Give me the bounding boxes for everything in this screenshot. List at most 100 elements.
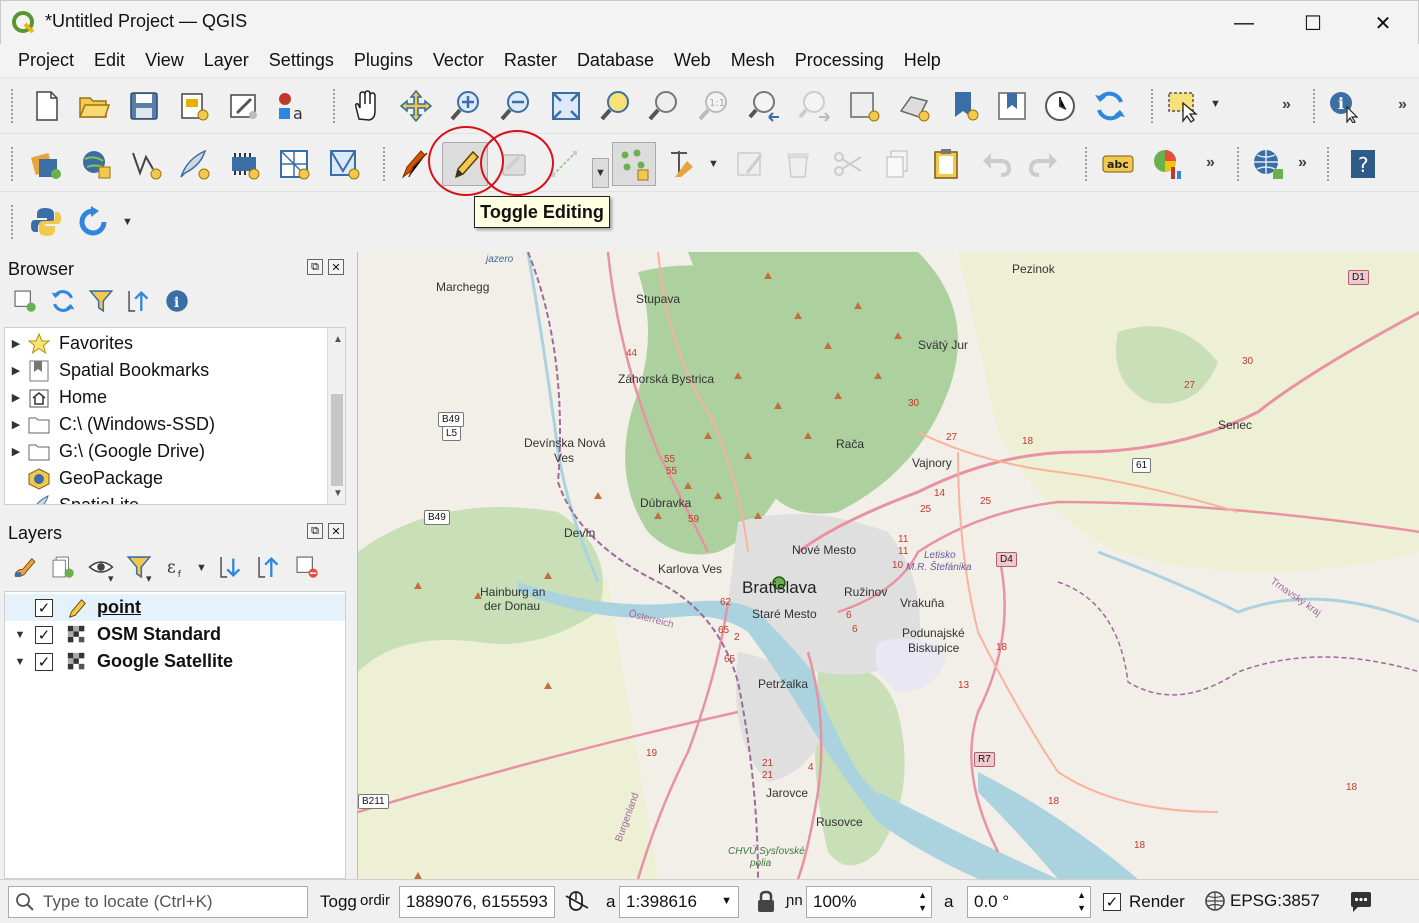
spin-arrows-icon[interactable]: ▲ ▼: [918, 889, 927, 915]
browser-item-c-drive[interactable]: ▶ C:\ (Windows-SSD): [7, 411, 325, 438]
browser-scrollbar[interactable]: ▲ ▼: [327, 328, 345, 504]
style-manager-button[interactable]: a: [272, 86, 312, 126]
plugin-reloader-button[interactable]: [74, 202, 114, 242]
new-bookmark-button[interactable]: [944, 86, 984, 126]
locator-search-input[interactable]: Type to locate (Ctrl+K): [8, 886, 308, 918]
remove-layer-button[interactable]: [290, 550, 324, 584]
expand-arrow-icon[interactable]: ▶: [7, 445, 25, 458]
new-3d-view-button[interactable]: [894, 86, 934, 126]
float-panel-icon[interactable]: ⧉: [307, 259, 323, 275]
add-wms-layer-button[interactable]: [1248, 144, 1288, 184]
toolbar-grip[interactable]: [382, 146, 386, 182]
undo-button[interactable]: [976, 144, 1016, 184]
toolbar-grip[interactable]: [10, 146, 14, 182]
chevron-down-icon[interactable]: ▼: [708, 158, 719, 170]
rotation-spinbox[interactable]: 0.0 ° ▲ ▼: [967, 886, 1091, 918]
map-canvas[interactable]: Marchegg Stupava Pezinok Svätý Jur Záhor…: [357, 252, 1419, 879]
close-button[interactable]: ✕: [1360, 5, 1406, 41]
expand-arrow-icon[interactable]: ▼: [5, 656, 35, 668]
spin-arrows-icon[interactable]: ▲ ▼: [1077, 889, 1086, 915]
redo-button[interactable]: [1024, 144, 1064, 184]
maximize-button[interactable]: ☐: [1290, 5, 1336, 41]
toolbar-grip[interactable]: [1150, 88, 1154, 124]
menu-view[interactable]: View: [135, 50, 194, 71]
layer-visibility-checkbox[interactable]: ✓: [35, 652, 53, 671]
chevron-down-icon[interactable]: ▼: [122, 216, 133, 228]
filter-browser-button[interactable]: [84, 284, 118, 318]
scrollbar-thumb[interactable]: [331, 394, 343, 486]
menu-mesh[interactable]: Mesh: [721, 50, 785, 71]
vertex-tool-button[interactable]: [612, 142, 656, 186]
expand-arrow-icon[interactable]: ▶: [7, 337, 25, 350]
pan-map-button[interactable]: [346, 86, 386, 126]
layer-visibility-checkbox[interactable]: ✓: [35, 598, 53, 617]
new-map-view-button[interactable]: [844, 86, 884, 126]
collapse-all-layers-button[interactable]: [252, 550, 286, 584]
select-features-button[interactable]: [1162, 86, 1202, 126]
cut-features-button[interactable]: [828, 144, 868, 184]
zoom-in-button[interactable]: [446, 86, 486, 126]
layer-labeling-button[interactable]: abc: [1098, 144, 1138, 184]
new-virtual-layer-button[interactable]: [274, 144, 314, 184]
chevron-down-icon[interactable]: ▼: [196, 562, 207, 574]
data-source-manager-button[interactable]: [26, 144, 66, 184]
python-console-button[interactable]: [26, 202, 66, 242]
zoom-full-button[interactable]: [546, 86, 586, 126]
scroll-down-icon[interactable]: ▼: [333, 488, 343, 499]
layer-item-osm-standard[interactable]: ▼ ✓ OSM Standard: [5, 621, 345, 648]
zoom-out-button[interactable]: [496, 86, 536, 126]
identify-features-button[interactable]: i: [1324, 86, 1364, 126]
toolbar-grip[interactable]: [1236, 146, 1240, 182]
expand-arrow-icon[interactable]: ▼: [5, 629, 35, 641]
menu-web[interactable]: Web: [664, 50, 721, 71]
expand-arrow-icon[interactable]: ▶: [7, 418, 25, 431]
refresh-browser-button[interactable]: [46, 284, 80, 318]
copy-features-button[interactable]: [878, 144, 918, 184]
chevron-down-icon[interactable]: ▼: [1210, 98, 1221, 110]
layout-manager-button[interactable]: [224, 86, 264, 126]
browser-item-g-drive[interactable]: ▶ G:\ (Google Drive): [7, 438, 325, 465]
new-mesh-layer-button[interactable]: [324, 144, 364, 184]
toolbar-grip[interactable]: [10, 88, 14, 124]
float-panel-icon[interactable]: ⧉: [307, 523, 323, 539]
refresh-button[interactable]: [1090, 86, 1130, 126]
zoom-native-button[interactable]: 1:1: [694, 86, 734, 126]
menu-plugins[interactable]: Plugins: [344, 50, 423, 71]
modify-attributes-button[interactable]: [730, 144, 770, 184]
toolbar-grip[interactable]: [10, 204, 14, 240]
open-project-button[interactable]: [74, 86, 114, 126]
new-project-button[interactable]: [26, 86, 66, 126]
temporal-controller-button[interactable]: [1040, 86, 1080, 126]
close-panel-icon[interactable]: ✕: [328, 523, 344, 539]
paste-features-button[interactable]: [926, 144, 966, 184]
new-temporary-layer-button[interactable]: [224, 144, 264, 184]
minimize-button[interactable]: —: [1221, 5, 1267, 41]
show-bookmarks-button[interactable]: [992, 86, 1032, 126]
new-print-layout-button[interactable]: [174, 86, 214, 126]
toolbar-overflow-icon[interactable]: »: [1398, 96, 1407, 114]
expand-all-button[interactable]: [214, 550, 248, 584]
toolbar-grip[interactable]: [1312, 88, 1316, 124]
messages-button[interactable]: [1348, 890, 1374, 919]
browser-item-geopackage[interactable]: GeoPackage: [7, 465, 325, 492]
toolbar-overflow-icon[interactable]: »: [1282, 96, 1291, 114]
menu-vector[interactable]: Vector: [423, 50, 494, 71]
menu-settings[interactable]: Settings: [259, 50, 344, 71]
toolbar-overflow-icon[interactable]: »: [1298, 154, 1307, 172]
pan-to-selection-button[interactable]: [396, 86, 436, 126]
chevron-down-icon[interactable]: ▼: [721, 895, 732, 907]
new-geopackage-layer-button[interactable]: [76, 144, 116, 184]
collapse-all-button[interactable]: [122, 284, 156, 318]
magnifier-spinbox[interactable]: 100% ▲ ▼: [806, 886, 932, 918]
toolbar-grip[interactable]: [1084, 146, 1088, 182]
menu-edit[interactable]: Edit: [84, 50, 135, 71]
chevron-down-icon[interactable]: ▼: [592, 158, 609, 188]
enable-properties-button[interactable]: i: [160, 284, 194, 318]
browser-item-home[interactable]: ▶ Home: [7, 384, 325, 411]
zoom-to-layer-button[interactable]: [644, 86, 684, 126]
layer-item-google-satellite[interactable]: ▼ ✓ Google Satellite: [5, 648, 345, 675]
expand-arrow-icon[interactable]: ▶: [7, 391, 25, 404]
delete-selected-button[interactable]: [778, 144, 818, 184]
help-contents-button[interactable]: ?: [1342, 144, 1382, 184]
add-selected-layers-button[interactable]: [8, 284, 42, 318]
